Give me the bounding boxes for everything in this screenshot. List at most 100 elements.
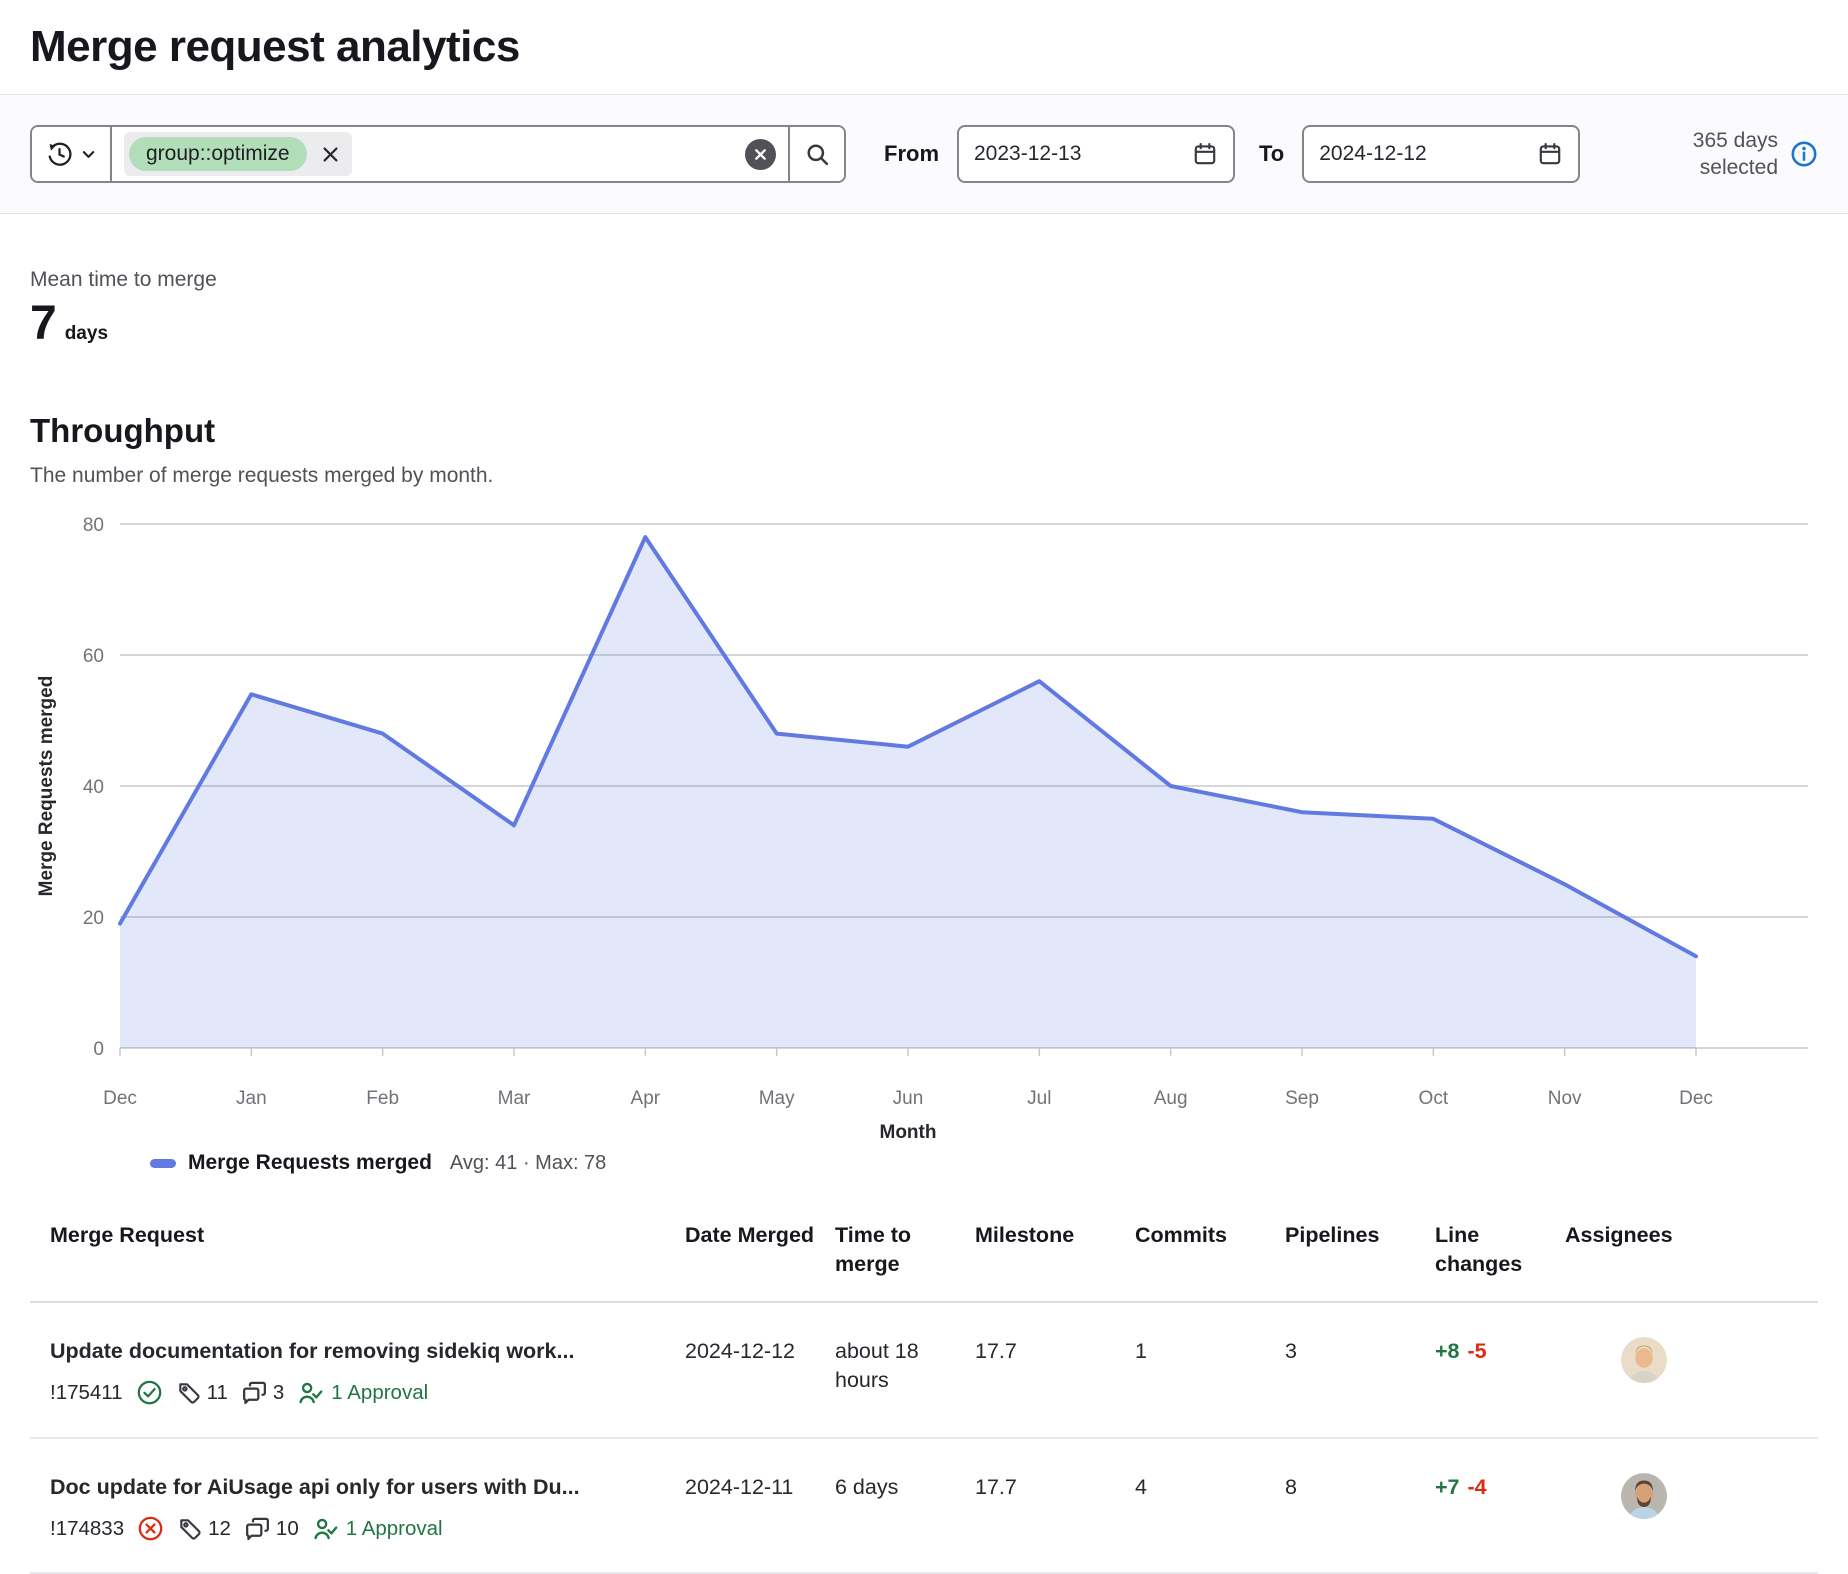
svg-text:Oct: Oct [1419, 1088, 1449, 1109]
chart-legend: Merge Requests merged Avg: 41 · Max: 78 [150, 1151, 1818, 1175]
merge-request-table: Merge Request Date Merged Time to merge … [30, 1203, 1818, 1574]
check-circle-icon [136, 1379, 163, 1406]
calendar-icon[interactable] [1537, 141, 1563, 167]
search-submit-button[interactable] [788, 127, 844, 181]
throughput-heading: Throughput [30, 412, 1818, 450]
table-row: Doc update for AiUsage api only for user… [30, 1438, 1818, 1574]
from-date-input[interactable]: 2023-12-13 [957, 125, 1235, 183]
svg-text:Merge Requests merged: Merge Requests merged [36, 676, 57, 897]
info-icon[interactable] [1790, 140, 1818, 168]
token-close-icon[interactable] [321, 145, 340, 164]
mr-id[interactable]: !175411 [50, 1379, 123, 1407]
filter-token-label: group::optimize [129, 137, 307, 171]
approval-badge: 1 Approval [297, 1379, 428, 1407]
col-line-changes: Line changes [1435, 1203, 1565, 1302]
col-assignees: Assignees [1565, 1203, 1818, 1302]
col-commits: Commits [1135, 1203, 1285, 1302]
assignees-cell [1565, 1302, 1818, 1438]
page-title: Merge request analytics [30, 22, 1818, 72]
comments-count: 3 [273, 1379, 284, 1407]
date-merged-cell: 2024-12-12 [685, 1302, 835, 1438]
col-date-merged: Date Merged [685, 1203, 835, 1302]
avatar[interactable] [1621, 1473, 1667, 1519]
svg-text:Jul: Jul [1027, 1088, 1051, 1109]
milestone-cell: 17.7 [975, 1438, 1135, 1574]
svg-text:80: 80 [83, 515, 104, 536]
approval-check-icon [312, 1515, 339, 1542]
history-icon [46, 141, 73, 168]
svg-text:Jun: Jun [893, 1088, 924, 1109]
label-tag-icon [177, 1516, 203, 1542]
table-row: Update documentation for removing sideki… [30, 1302, 1818, 1438]
svg-text:Aug: Aug [1154, 1088, 1188, 1109]
chevron-down-icon [81, 147, 96, 162]
pipelines-cell: 8 [1285, 1438, 1435, 1574]
pipelines-cell: 3 [1285, 1302, 1435, 1438]
svg-text:Apr: Apr [631, 1088, 661, 1109]
approval-badge: 1 Approval [312, 1515, 443, 1543]
to-label: To [1259, 141, 1284, 167]
search-history-button[interactable] [32, 127, 112, 181]
mean-time-to-merge-stat: Mean time to merge 7 days [30, 268, 1818, 348]
comments-icon [241, 1379, 268, 1406]
commits-cell: 1 [1135, 1302, 1285, 1438]
stat-value: 7 [30, 300, 57, 348]
svg-text:Dec: Dec [1679, 1088, 1713, 1109]
stat-label: Mean time to merge [30, 268, 1818, 292]
to-date-input[interactable]: 2024-12-12 [1302, 125, 1580, 183]
line-changes-cell: +8 -5 [1435, 1302, 1565, 1438]
col-milestone: Milestone [975, 1203, 1135, 1302]
legend-swatch [150, 1159, 176, 1168]
date-merged-cell: 2024-12-11 [685, 1438, 835, 1574]
lines-added: +8 [1435, 1339, 1460, 1363]
svg-text:Month: Month [880, 1122, 937, 1143]
svg-text:0: 0 [93, 1039, 104, 1060]
svg-text:Feb: Feb [366, 1088, 399, 1109]
filtered-search: group::optimize [30, 125, 846, 183]
calendar-icon[interactable] [1192, 141, 1218, 167]
col-time-to-merge: Time to merge [835, 1203, 975, 1302]
col-pipelines: Pipelines [1285, 1203, 1435, 1302]
comments-icon [244, 1515, 271, 1542]
page-header: Merge request analytics [0, 0, 1848, 72]
line-changes-cell: +7 -4 [1435, 1438, 1565, 1574]
svg-text:Jan: Jan [236, 1088, 267, 1109]
approvals-text: 1 Approval [346, 1515, 443, 1543]
from-label: From [884, 141, 939, 167]
mr-title-link[interactable]: Update documentation for removing sideki… [50, 1337, 669, 1366]
clear-search-button[interactable] [745, 139, 776, 170]
svg-text:60: 60 [83, 646, 104, 667]
avatar[interactable] [1621, 1337, 1667, 1383]
search-input[interactable]: group::optimize [112, 127, 788, 181]
throughput-chart-area: 020406080DecJanFebMarAprMayJunJulAugSepO… [30, 496, 1818, 1175]
svg-text:Mar: Mar [498, 1088, 531, 1109]
assignees-cell [1565, 1438, 1818, 1574]
col-merge-request: Merge Request [30, 1203, 685, 1302]
comments-count: 10 [276, 1515, 299, 1543]
svg-text:Nov: Nov [1548, 1088, 1582, 1109]
legend-label: Merge Requests merged [188, 1151, 432, 1175]
mr-id[interactable]: !174833 [50, 1515, 124, 1543]
throughput-chart[interactable]: 020406080DecJanFebMarAprMayJunJulAugSepO… [30, 496, 1818, 1144]
commits-cell: 4 [1135, 1438, 1285, 1574]
x-circle-icon [137, 1515, 164, 1542]
filter-token[interactable]: group::optimize [124, 132, 352, 176]
time-to-merge-cell: about 18 hours [835, 1302, 975, 1438]
stat-unit: days [65, 323, 108, 345]
days-selected-text: 365 days selected [1658, 127, 1778, 182]
mr-title-link[interactable]: Doc update for AiUsage api only for user… [50, 1473, 669, 1502]
labels-count: 12 [208, 1515, 231, 1543]
filter-bar: group::optimize From [0, 94, 1848, 214]
search-icon [804, 141, 831, 168]
lines-removed: -5 [1468, 1339, 1487, 1363]
svg-text:Dec: Dec [103, 1088, 137, 1109]
legend-meta: Avg: 41 · Max: 78 [450, 1152, 606, 1175]
svg-text:May: May [759, 1088, 795, 1109]
lines-added: +7 [1435, 1475, 1460, 1499]
lines-removed: -4 [1468, 1475, 1487, 1499]
labels-count: 11 [207, 1379, 228, 1407]
approvals-text: 1 Approval [331, 1379, 428, 1407]
time-to-merge-cell: 6 days [835, 1438, 975, 1574]
svg-text:Sep: Sep [1285, 1088, 1319, 1109]
svg-text:40: 40 [83, 777, 104, 798]
